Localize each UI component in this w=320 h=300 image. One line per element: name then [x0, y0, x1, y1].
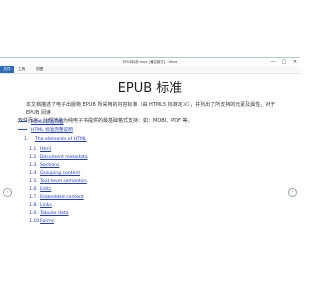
maximize-icon[interactable]: □: [279, 58, 289, 66]
next-page-icon[interactable]: ›: [288, 188, 297, 197]
subsection-number: 1.5.: [29, 179, 38, 184]
menu-item-view[interactable]: 视图: [36, 66, 43, 73]
subsection-number: 1.3.: [29, 163, 38, 168]
section-number: 1.: [24, 137, 29, 142]
toc-subsection[interactable]: 1.10.Forms: [29, 219, 54, 225]
file-tab[interactable]: 文件: [0, 66, 14, 73]
page-title: EPUB 标准: [117, 81, 183, 96]
menu-item-tools[interactable]: 工具: [18, 66, 25, 73]
toc-link[interactable]: The elements of HTML: [35, 137, 86, 142]
subsection-number: 1.10.: [29, 219, 41, 224]
toc-link[interactable]: Forms: [40, 219, 54, 224]
toc-link[interactable]: Text-level semantics: [40, 179, 87, 184]
background-bottom: [0, 252, 300, 300]
title-bar: EPUB标准.docx [兼容模式] - Word — □ ✕: [0, 58, 300, 66]
subsection-number: 1.4.: [29, 171, 38, 176]
intro-line-1: 本文档描述了电子出版物 EPUB 所采用的内容标准（由 HTML5 标准定义），…: [26, 102, 276, 116]
toc-subsection[interactable]: 1.5. Text-level semantics: [29, 179, 87, 185]
toc-link[interactable]: Embedded content: [40, 195, 84, 200]
toc-link[interactable]: Sections: [40, 163, 59, 168]
toc-subsection[interactable]: 1.2. Document metadata: [29, 155, 88, 161]
toc-subsection[interactable]: 1.1. Html: [29, 147, 51, 153]
toc-link[interactable]: Document metadata: [40, 155, 88, 160]
document-content: EPUB 标准 本文档描述了电子出版物 EPUB 所采用的内容标准（由 HTML…: [0, 73, 300, 253]
subsection-number: 1.8.: [29, 203, 38, 208]
subsection-number: 1.6.: [29, 187, 38, 192]
toc-subsection[interactable]: 1.6. Edits: [29, 187, 51, 193]
subsection-number: 1.2.: [29, 155, 38, 160]
reader-window: EPUB标准.docx [兼容模式] - Word — □ ✕ 文件 工具 视图…: [0, 57, 300, 253]
subsection-number: 1.1.: [29, 147, 38, 152]
toc-link[interactable]: Grouping content: [40, 171, 80, 176]
toc-subsection[interactable]: 1.4. Grouping content: [29, 171, 80, 177]
toc-subsection[interactable]: 1.8. Links: [29, 203, 52, 209]
toc-subsection[interactable]: 1.7. Embedded content: [29, 195, 84, 201]
toc-subsection[interactable]: 1.3. Sections: [29, 163, 59, 169]
subsection-number: 1.9.: [29, 211, 38, 216]
toc-bar-icon: [18, 121, 27, 122]
window-title: EPUB标准.docx [兼容模式] - Word: [122, 60, 178, 64]
toc-item[interactable]: HTML 标准内容: [18, 120, 64, 126]
toc-item[interactable]: HTML 标准完整说明: [18, 128, 73, 134]
toc-bar-icon: [18, 129, 27, 130]
minimize-icon[interactable]: —: [268, 58, 278, 66]
toc-link[interactable]: Edits: [40, 187, 51, 192]
toc-link[interactable]: Html: [40, 147, 51, 152]
toc-link[interactable]: HTML 标准完整说明: [31, 128, 73, 133]
toc-section-heading[interactable]: 1. The elements of HTML: [24, 137, 86, 143]
toc-link[interactable]: Tabular data: [40, 211, 68, 216]
toc-link[interactable]: Links: [40, 203, 52, 208]
toc-link[interactable]: HTML 标准内容: [31, 120, 64, 125]
close-icon[interactable]: ✕: [290, 58, 300, 66]
toc-subsection[interactable]: 1.9. Tabular data: [29, 211, 68, 217]
previous-page-icon[interactable]: ‹: [3, 188, 12, 197]
subsection-number: 1.7.: [29, 195, 38, 200]
background-top: [0, 0, 300, 57]
